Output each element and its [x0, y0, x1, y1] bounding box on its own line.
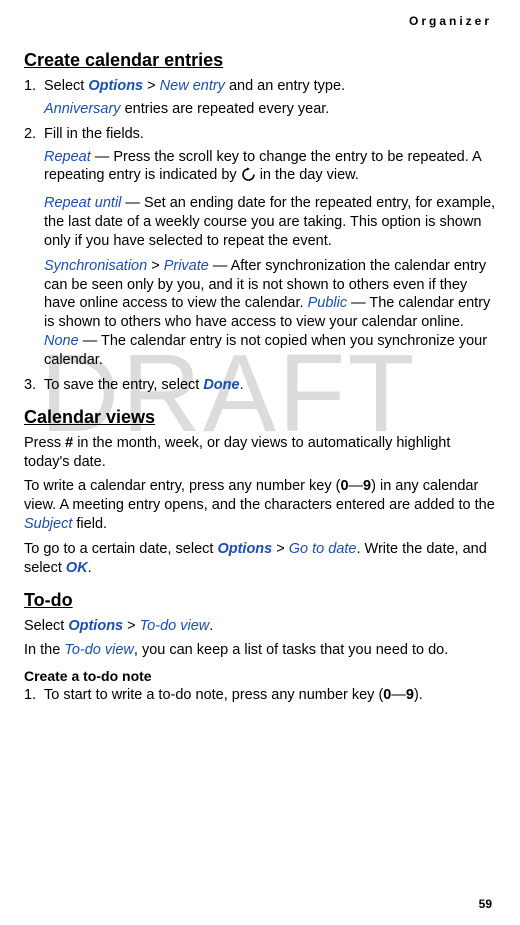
text: >: [272, 541, 289, 557]
text: .: [88, 560, 92, 576]
ui-label-options: Options: [217, 541, 272, 557]
text: ).: [414, 687, 423, 703]
ui-label-public: Public: [308, 295, 348, 311]
list: 2. Fill in the fields.: [24, 125, 496, 144]
text: —: [391, 687, 406, 703]
ui-label-none: None: [44, 333, 79, 349]
page-content: Create calendar entries 1. Select Option…: [24, 50, 496, 705]
text: To start to write a to-do note, press an…: [44, 687, 383, 703]
step-number: 2.: [24, 125, 44, 144]
text: — The calendar entry is not copied when …: [44, 333, 487, 368]
ui-label-synchronisation: Synchronisation: [44, 258, 147, 274]
text: and an entry type.: [225, 78, 345, 94]
heading-todo: To-do: [24, 590, 496, 611]
ui-label-todo-view: To-do view: [64, 642, 134, 658]
step-body: Select Options > New entry and an entry …: [44, 77, 496, 96]
ui-label-repeat-until: Repeat until: [44, 195, 121, 211]
ui-label-go-to-date: Go to date: [289, 541, 357, 557]
text: .: [209, 618, 213, 634]
views-p2: To write a calendar entry, press any num…: [24, 477, 496, 534]
ui-label-new-entry: New entry: [160, 78, 225, 94]
text: To write a calendar entry, press any num…: [24, 478, 340, 494]
text: Select: [44, 78, 88, 94]
step-body: To save the entry, select Done.: [44, 376, 496, 395]
list-item: 2. Fill in the fields.: [24, 125, 496, 144]
list-item: 1. To start to write a to-do note, press…: [24, 686, 496, 705]
text: >: [147, 258, 164, 274]
key-nine: 9: [363, 478, 371, 494]
text: entries are repeated every year.: [121, 101, 330, 117]
text: , you can keep a list of tasks that you …: [134, 642, 448, 658]
text: To save the entry, select: [44, 377, 203, 393]
list: 3. To save the entry, select Done.: [24, 376, 496, 395]
key-hash: #: [65, 435, 73, 451]
text: field.: [72, 516, 107, 532]
text: Select: [24, 618, 68, 634]
ui-label-ok: OK: [66, 560, 88, 576]
anniversary-note: Anniversary entries are repeated every y…: [44, 100, 496, 119]
sync-note: Synchronisation > Private — After synchr…: [44, 257, 496, 370]
list-item: 1. Select Options > New entry and an ent…: [24, 77, 496, 96]
ui-label-done: Done: [203, 377, 239, 393]
text: Press: [24, 435, 65, 451]
text: .: [240, 377, 244, 393]
step-number: 1.: [24, 77, 44, 96]
text: >: [123, 618, 140, 634]
create-steps-list: 1. Select Options > New entry and an ent…: [24, 77, 496, 96]
views-p3: To go to a certain date, select Options …: [24, 540, 496, 578]
text: in the month, week, or day views to auto…: [24, 435, 450, 470]
ui-label-todo-view: To-do view: [140, 618, 210, 634]
text: —: [349, 478, 364, 494]
ui-label-anniversary: Anniversary: [44, 101, 121, 117]
key-zero: 0: [340, 478, 348, 494]
repeat-icon: [241, 167, 256, 188]
ui-label-private: Private: [164, 258, 209, 274]
repeat-until-note: Repeat until — Set an ending date for th…: [44, 194, 496, 251]
views-p1: Press # in the month, week, or day views…: [24, 434, 496, 472]
text: in the day view.: [256, 167, 359, 183]
heading-calendar-views: Calendar views: [24, 407, 496, 428]
step-number: 3.: [24, 376, 44, 395]
ui-label-repeat: Repeat: [44, 149, 91, 165]
todo-p1: Select Options > To-do view.: [24, 617, 496, 636]
subheading-create-todo: Create a to-do note: [24, 668, 496, 684]
step-body: To start to write a to-do note, press an…: [44, 686, 496, 705]
ui-label-options: Options: [88, 78, 143, 94]
page-header: Organizer: [409, 14, 492, 28]
repeat-note: Repeat — Press the scroll key to change …: [44, 148, 496, 189]
list-item: 3. To save the entry, select Done.: [24, 376, 496, 395]
page-number: 59: [479, 897, 492, 911]
ui-label-options: Options: [68, 618, 123, 634]
todo-p2: In the To-do view, you can keep a list o…: [24, 641, 496, 660]
step-number: 1.: [24, 686, 44, 705]
todo-steps-list: 1. To start to write a to-do note, press…: [24, 686, 496, 705]
step-body: Fill in the fields.: [44, 125, 496, 144]
ui-label-subject: Subject: [24, 516, 72, 532]
text: To go to a certain date, select: [24, 541, 217, 557]
text: >: [143, 78, 160, 94]
heading-create-calendar: Create calendar entries: [24, 50, 496, 71]
key-nine: 9: [406, 687, 414, 703]
text: In the: [24, 642, 64, 658]
